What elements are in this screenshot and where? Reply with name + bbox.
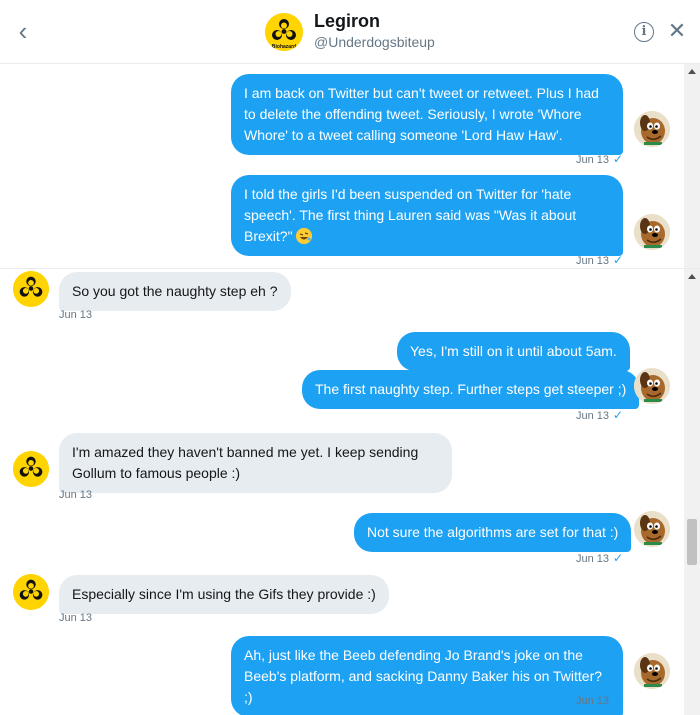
avatar[interactable] <box>634 214 670 250</box>
message-text: Yes, I'm still on it until about 5am. <box>410 343 617 359</box>
message-time: Jun 13 <box>59 489 93 501</box>
dog-avatar-icon <box>634 368 670 404</box>
check-icon: ✓ <box>613 551 624 565</box>
avatar[interactable] <box>13 574 49 610</box>
dog-avatar-icon <box>634 111 670 147</box>
check-icon: ✓ <box>613 152 624 166</box>
message-time: Jun 13 <box>576 553 610 565</box>
avatar[interactable] <box>634 111 670 147</box>
info-icon[interactable]: i <box>634 22 654 42</box>
message-meta: Jun 13 <box>59 309 92 321</box>
scrollbar[interactable] <box>684 64 700 268</box>
message-text: I'm amazed they haven't banned me yet. I… <box>72 444 419 481</box>
avatar[interactable] <box>13 271 49 307</box>
scroll-up-arrow-icon[interactable] <box>688 69 696 74</box>
conversation-title[interactable]: Legiron <box>314 11 380 32</box>
message-pane-upper[interactable]: I am back on Twitter but can't tweet or … <box>0 64 700 269</box>
message-meta: Jun 13 ✓ <box>576 408 623 422</box>
message-bubble-sent[interactable]: I am back on Twitter but can't tweet or … <box>231 74 623 155</box>
message-meta: Jun 13 ✓ <box>576 152 623 166</box>
message-meta: Jun 13 ✓ <box>576 253 623 267</box>
message-bubble-received[interactable]: I'm amazed they haven't banned me yet. I… <box>59 433 452 493</box>
conversation-header: ‹ Biohazard Legiron @Underdogsbiteup i ✕ <box>0 0 700 64</box>
rolling-on-floor-laughing-emoji <box>296 228 313 244</box>
conversation-handle: @Underdogsbiteup <box>314 34 435 50</box>
message-time: Jun 13 <box>576 154 610 166</box>
close-icon[interactable]: ✕ <box>666 19 688 43</box>
avatar[interactable] <box>634 511 670 547</box>
check-icon: ✓ <box>613 693 624 707</box>
message-time: Jun 13 <box>576 255 610 267</box>
avatar[interactable]: Biohazard <box>265 13 303 51</box>
message-meta: Jun 13 ✓ <box>576 693 623 707</box>
message-bubble-received[interactable]: Especially since I'm using the Gifs they… <box>59 575 389 614</box>
message-text: Ah, just like the Beeb defending Jo Bran… <box>244 647 603 705</box>
biohazard-icon <box>13 574 49 610</box>
avatar[interactable] <box>634 653 670 689</box>
message-text: I am back on Twitter but can't tweet or … <box>244 85 599 143</box>
dog-avatar-icon <box>634 511 670 547</box>
message-meta: Jun 13 <box>59 612 92 624</box>
message-bubble-sent[interactable]: Not sure the algorithms are set for that… <box>354 513 632 552</box>
message-bubble-sent[interactable]: Yes, I'm still on it until about 5am. <box>397 332 630 371</box>
message-text: I told the girls I'd been suspended on T… <box>244 186 577 244</box>
message-text: The first naughty step. Further steps ge… <box>315 381 627 397</box>
dog-avatar-icon <box>634 214 670 250</box>
message-time: Jun 13 <box>576 410 610 422</box>
scrollbar[interactable] <box>684 269 700 715</box>
message-text: Not sure the algorithms are set for that… <box>367 524 619 540</box>
message-time: Jun 13 <box>59 612 93 624</box>
avatar[interactable] <box>13 451 49 487</box>
message-bubble-sent[interactable]: I told the girls I'd been suspended on T… <box>231 175 623 256</box>
scroll-up-arrow-icon[interactable] <box>688 274 696 279</box>
message-time: Jun 13 <box>576 695 610 707</box>
message-text: So you got the naughty step eh ? <box>72 283 278 299</box>
message-bubble-sent[interactable]: Ah, just like the Beeb defending Jo Bran… <box>231 636 623 715</box>
message-meta: Jun 13 ✓ <box>576 551 623 565</box>
biohazard-icon: Biohazard <box>265 13 303 51</box>
biohazard-icon <box>13 451 49 487</box>
svg-text:Biohazard: Biohazard <box>272 44 296 50</box>
message-meta: Jun 13 <box>59 489 92 501</box>
message-text: Especially since I'm using the Gifs they… <box>72 586 376 602</box>
biohazard-icon <box>13 271 49 307</box>
message-time: Jun 13 <box>59 309 93 321</box>
check-icon: ✓ <box>613 408 624 422</box>
message-bubble-sent[interactable]: The first naughty step. Further steps ge… <box>302 370 640 409</box>
message-pane-lower[interactable]: So you got the naughty step eh ? Jun 13 … <box>0 269 700 715</box>
avatar[interactable] <box>634 368 670 404</box>
message-bubble-received[interactable]: So you got the naughty step eh ? <box>59 272 291 311</box>
chevron-left-icon[interactable]: ‹ <box>12 18 34 44</box>
check-icon: ✓ <box>613 253 624 267</box>
dog-avatar-icon <box>634 653 670 689</box>
scrollbar-thumb[interactable] <box>687 519 697 565</box>
